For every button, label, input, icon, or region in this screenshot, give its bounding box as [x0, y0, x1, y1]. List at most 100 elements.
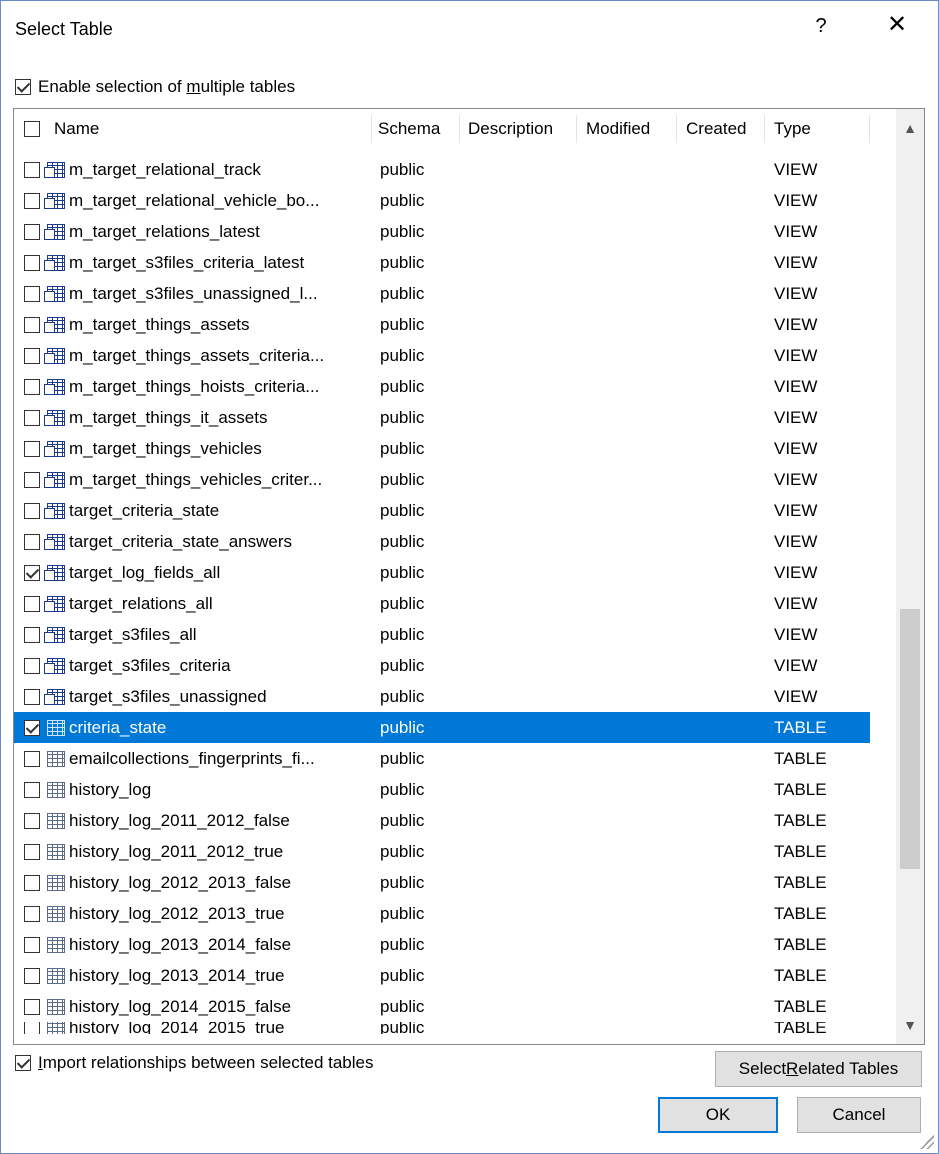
row-checkbox-cell[interactable] [24, 216, 44, 247]
table-row[interactable]: history_log_2011_2012_false public TABLE [14, 805, 870, 836]
enable-multiple-selection-option[interactable]: Enable selection of multiple tables [15, 77, 295, 97]
row-checkbox[interactable] [24, 626, 40, 643]
row-checkbox-cell[interactable] [24, 1022, 44, 1034]
row-checkbox[interactable] [24, 347, 40, 364]
row-checkbox[interactable] [24, 440, 40, 457]
row-checkbox-cell[interactable] [24, 805, 44, 836]
row-checkbox[interactable] [24, 192, 40, 209]
row-checkbox-cell[interactable] [24, 712, 44, 743]
select-related-tables-button[interactable]: Select Related Tables [715, 1051, 922, 1087]
table-row[interactable]: history_log_2012_2013_true public TABLE [14, 898, 870, 929]
row-checkbox[interactable] [24, 502, 40, 519]
row-checkbox-cell[interactable] [24, 371, 44, 402]
row-checkbox-cell[interactable] [24, 681, 44, 712]
table-row[interactable]: history_log_2012_2013_false public TABLE [14, 867, 870, 898]
vertical-scrollbar[interactable]: ▲ ▼ [896, 109, 924, 1044]
table-row[interactable]: history_log_2013_2014_false public TABLE [14, 929, 870, 960]
row-checkbox[interactable] [24, 564, 40, 581]
close-button[interactable]: ✕ [881, 13, 913, 37]
row-checkbox-cell[interactable] [24, 960, 44, 991]
table-row[interactable]: target_criteria_state_answers public VIEW [14, 526, 870, 557]
row-checkbox-cell[interactable] [24, 154, 44, 185]
table-row[interactable]: m_target_things_vehicles public VIEW [14, 433, 870, 464]
row-checkbox[interactable] [24, 781, 40, 798]
table-row[interactable]: m_target_things_vehicles_criter... public… [14, 464, 870, 495]
row-checkbox-cell[interactable] [24, 526, 44, 557]
column-header-created[interactable]: Created [686, 109, 746, 149]
table-row[interactable]: target_log_fields_all public VIEW [14, 557, 870, 588]
row-checkbox[interactable] [24, 812, 40, 829]
table-row[interactable]: emailcollections_fingerprints_fi... publi… [14, 743, 870, 774]
row-checkbox[interactable] [24, 905, 40, 922]
row-checkbox-cell[interactable] [24, 650, 44, 681]
scroll-up-arrow-icon[interactable]: ▲ [896, 113, 924, 143]
row-checkbox[interactable] [24, 657, 40, 674]
table-row[interactable]: target_s3files_criteria public VIEW [14, 650, 870, 681]
table-row[interactable]: m_target_things_it_assets public VIEW [14, 402, 870, 433]
column-header-schema[interactable]: Schema [378, 109, 440, 149]
row-checkbox-cell[interactable] [24, 991, 44, 1022]
row-checkbox[interactable] [24, 595, 40, 612]
table-row[interactable]: criteria_state public TABLE [14, 712, 870, 743]
cancel-button[interactable]: Cancel [797, 1097, 921, 1133]
row-checkbox[interactable] [24, 719, 40, 736]
table-row[interactable]: target_criteria_state public VIEW [14, 495, 870, 526]
row-checkbox[interactable] [24, 471, 40, 488]
row-checkbox-cell[interactable] [24, 557, 44, 588]
row-checkbox-cell[interactable] [24, 433, 44, 464]
row-checkbox[interactable] [24, 409, 40, 426]
row-checkbox[interactable] [24, 936, 40, 953]
row-checkbox-cell[interactable] [24, 247, 44, 278]
scrollbar-thumb[interactable] [900, 609, 920, 869]
table-row[interactable]: m_target_things_assets public VIEW [14, 309, 870, 340]
row-checkbox-cell[interactable] [24, 464, 44, 495]
row-checkbox[interactable] [24, 998, 40, 1015]
row-checkbox-cell[interactable] [24, 402, 44, 433]
column-header-description[interactable]: Description [468, 109, 553, 149]
table-row[interactable]: m_target_relational_vehicle_bo... public V… [14, 185, 870, 216]
row-checkbox-cell[interactable] [24, 340, 44, 371]
table-list[interactable]: Name Schema Description Modified Created… [13, 108, 925, 1045]
row-checkbox-cell[interactable] [24, 836, 44, 867]
row-checkbox-cell[interactable] [24, 867, 44, 898]
table-row[interactable]: m_target_things_hoists_criteria... public… [14, 371, 870, 402]
table-row[interactable]: history_log_2014_2015_false public TABLE [14, 991, 870, 1022]
table-row[interactable]: target_s3files_unassigned public VIEW [14, 681, 870, 712]
table-row[interactable]: m_target_relational_track public VIEW [14, 154, 870, 185]
row-checkbox[interactable] [24, 967, 40, 984]
select-all-checkbox[interactable] [24, 121, 40, 137]
row-checkbox-cell[interactable] [24, 743, 44, 774]
row-checkbox[interactable] [24, 285, 40, 302]
row-checkbox-cell[interactable] [24, 619, 44, 650]
table-row[interactable]: history_log public TABLE [14, 774, 870, 805]
row-checkbox[interactable] [24, 223, 40, 240]
row-checkbox-cell[interactable] [24, 898, 44, 929]
row-checkbox[interactable] [24, 688, 40, 705]
table-row[interactable]: m_target_things_assets_criteria... public… [14, 340, 870, 371]
row-checkbox[interactable] [24, 316, 40, 333]
row-checkbox-cell[interactable] [24, 929, 44, 960]
row-checkbox[interactable] [24, 254, 40, 271]
row-checkbox[interactable] [24, 533, 40, 550]
row-checkbox-cell[interactable] [24, 774, 44, 805]
row-checkbox[interactable] [24, 843, 40, 860]
row-checkbox-cell[interactable] [24, 309, 44, 340]
table-row[interactable]: history_log_2013_2014_true public TABLE [14, 960, 870, 991]
column-header-modified[interactable]: Modified [586, 109, 650, 149]
table-row[interactable]: history_log_2014_2015_true public TABLE [14, 1022, 870, 1034]
table-row[interactable]: history_log_2011_2012_true public TABLE [14, 836, 870, 867]
column-header-name[interactable]: Name [54, 109, 99, 149]
row-checkbox-cell[interactable] [24, 588, 44, 619]
table-row[interactable]: target_relations_all public VIEW [14, 588, 870, 619]
row-checkbox-cell[interactable] [24, 278, 44, 309]
column-header-type[interactable]: Type [774, 109, 811, 149]
import-relationships-option[interactable]: Import relationships between selected ta… [15, 1053, 373, 1073]
import-relationships-checkbox[interactable] [15, 1055, 31, 1071]
row-checkbox[interactable] [24, 161, 40, 178]
ok-button[interactable]: OK [658, 1097, 778, 1133]
table-row[interactable]: target_s3files_all public VIEW [14, 619, 870, 650]
row-checkbox[interactable] [24, 750, 40, 767]
scroll-down-arrow-icon[interactable]: ▼ [896, 1010, 924, 1040]
enable-multiple-selection-checkbox[interactable] [15, 79, 31, 95]
row-checkbox[interactable] [24, 378, 40, 395]
